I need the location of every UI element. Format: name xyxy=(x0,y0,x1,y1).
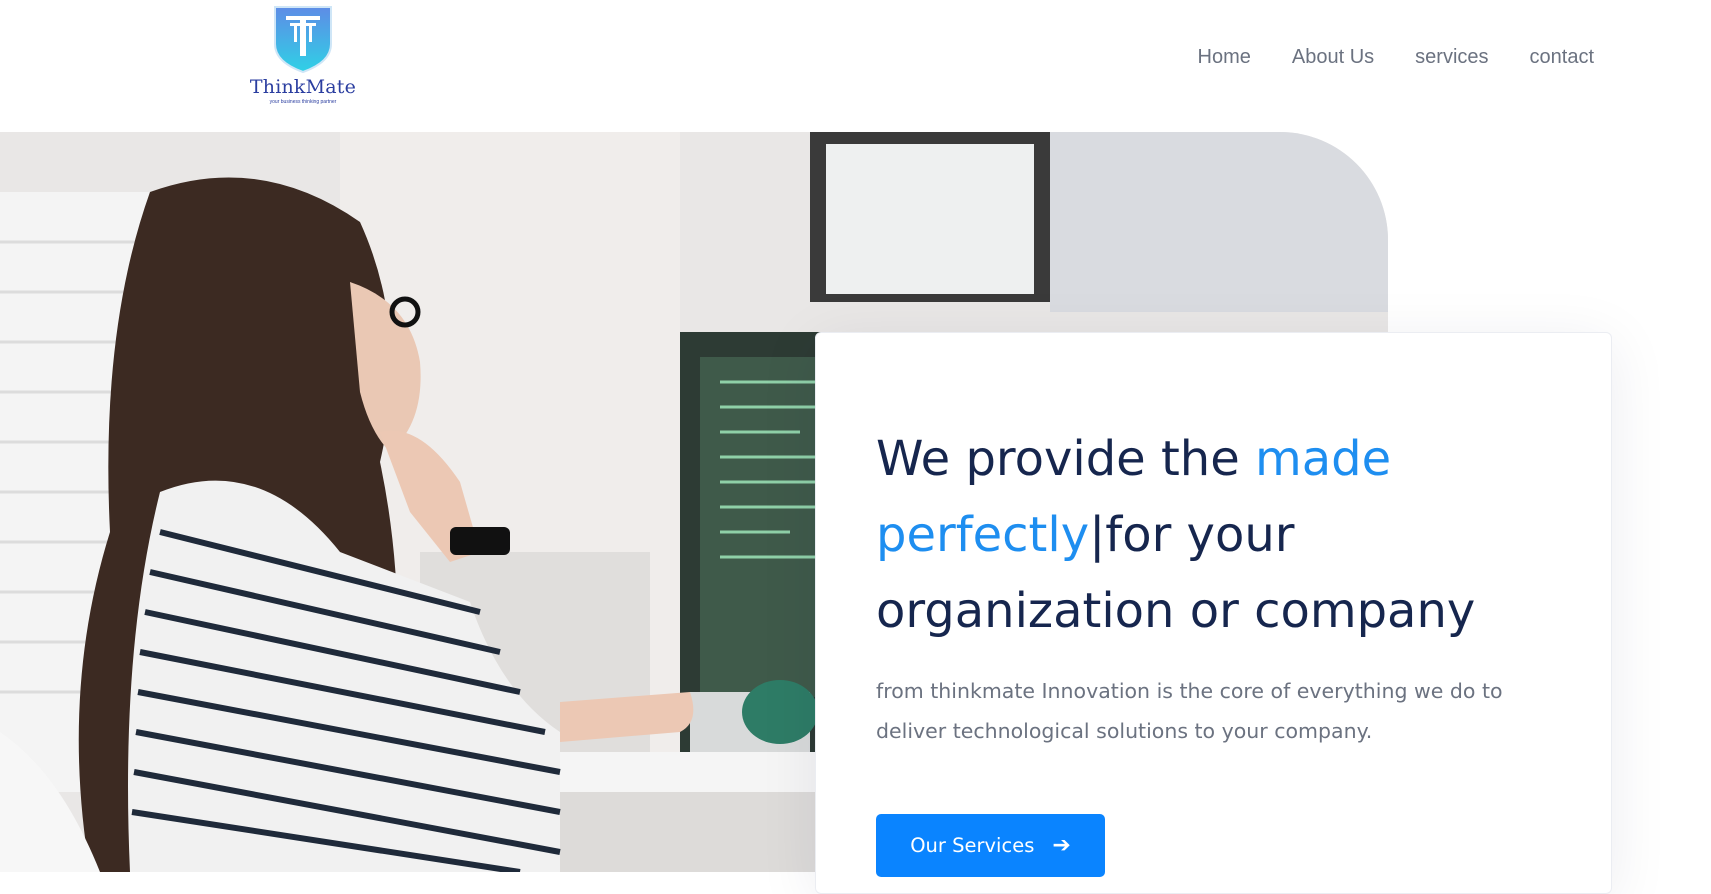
logo-name: ThinkMate xyxy=(249,76,357,98)
hero-card: We provide the made perfectly|for your o… xyxy=(815,332,1612,894)
hero-headline: We provide the made perfectly|for your o… xyxy=(876,421,1516,649)
headline-part1: We provide the xyxy=(876,431,1255,487)
typing-cursor: | xyxy=(1089,507,1106,563)
nav-about-us[interactable]: About Us xyxy=(1292,46,1374,69)
shield-logo-icon xyxy=(274,6,332,74)
nav-contact[interactable]: contact xyxy=(1530,46,1594,69)
our-services-label: Our Services xyxy=(910,834,1035,857)
nav-services[interactable]: services xyxy=(1415,46,1488,69)
nav-home[interactable]: Home xyxy=(1198,46,1251,69)
logo-tagline: your business thinking partner xyxy=(269,99,337,105)
hero-subtext: from thinkmate Innovation is the core of… xyxy=(876,679,1503,743)
logo[interactable]: ThinkMate your business thinking partner xyxy=(244,4,362,112)
arrow-right-icon: ➔ xyxy=(1052,832,1071,858)
site-header: ThinkMate your business thinking partner… xyxy=(0,0,1711,132)
our-services-button[interactable]: Our Services ➔ xyxy=(876,814,1105,877)
main-nav: Home About Us services contact xyxy=(1198,46,1594,69)
